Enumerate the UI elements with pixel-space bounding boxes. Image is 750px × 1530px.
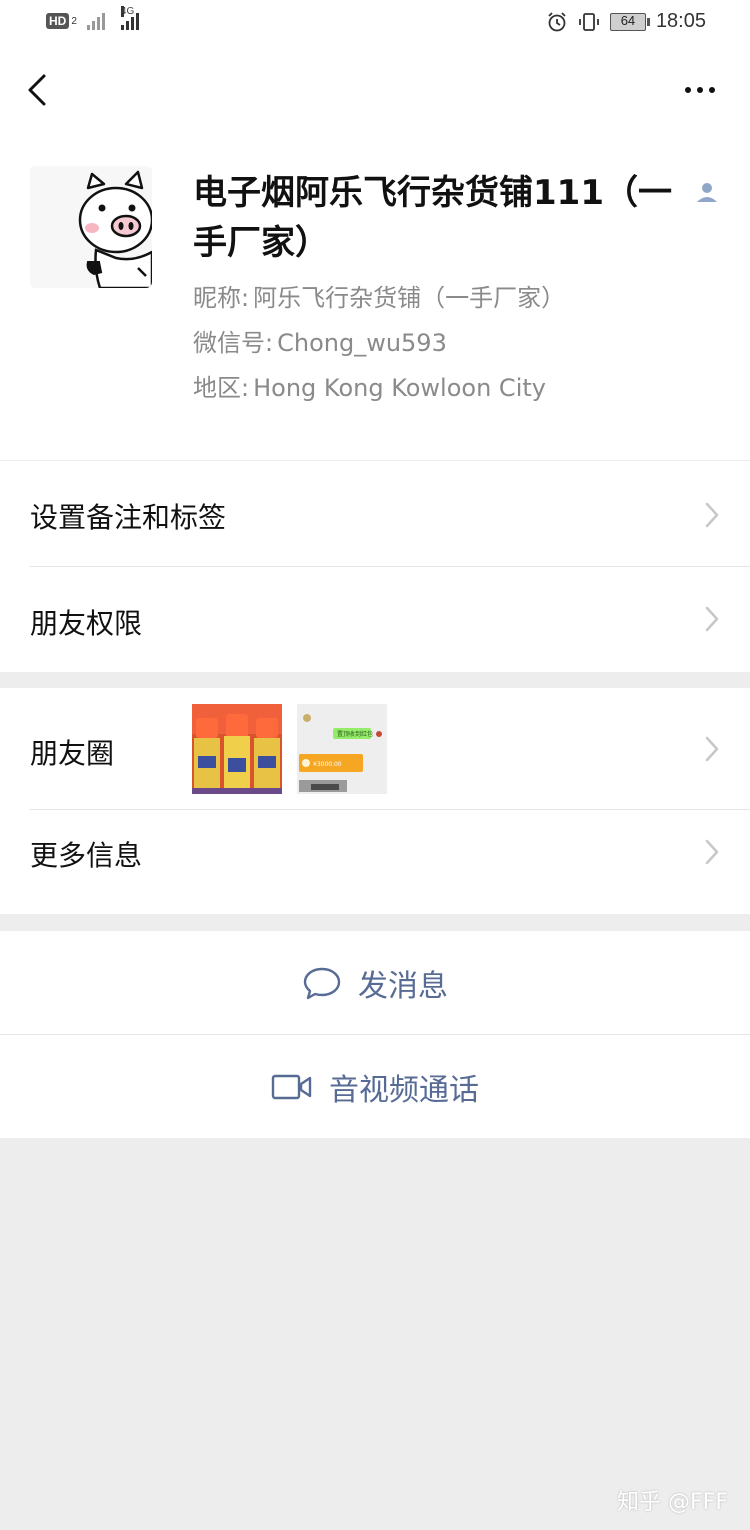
hd-sub: 2 [71,15,77,27]
status-right: 64 18:05 [546,10,706,33]
status-bar: HD 2 4G 64 18:05 [0,0,750,46]
wechat-id-label: 微信号: [193,329,274,357]
alarm-icon [548,11,566,31]
more-dots-icon [685,87,691,93]
row-friend-permissions[interactable]: 朋友权限 [0,567,750,672]
video-call-button[interactable]: 音视频通话 [0,1035,750,1138]
contact-person-icon [697,183,717,202]
row-moments-label: 朋友圈 [30,737,115,770]
row-friend-permissions-label: 朋友权限 [30,607,143,640]
chat-bubble-icon [303,967,341,999]
back-button[interactable] [22,68,62,112]
contact-name: 电子烟阿乐飞行杂货铺111（一手厂家） [193,173,672,263]
row-remarks-tags[interactable]: 设置备注和标签 [0,461,750,566]
top-navigation [0,46,750,136]
send-message-label: 发消息 [358,968,448,1004]
region-line: 地区: Hong Kong Kowloon City [193,368,546,403]
chevron-right-icon [705,839,719,865]
pig-avatar-icon [30,166,152,288]
moments-group: 朋友圈 置顶收到红包 ¥3000.00 更多信息 [0,688,750,914]
profile-card: 电子烟阿乐飞行杂货铺111（一手厂家） 昵称: 阿乐飞行杂货铺（一手厂家） 微信号… [0,136,750,460]
chat-screenshot-photo: 置顶收到红包 ¥3000.00 [297,704,387,794]
row-remarks-tags-label: 设置备注和标签 [30,501,227,534]
signal-icon-1 [86,12,105,30]
moment-thumb-text-1: 置顶收到红包 [337,730,373,738]
wechat-id-value: Chong_wu593 [277,329,447,357]
nickname-value: 阿乐飞行杂货铺（一手厂家） [253,284,566,312]
chevron-right-icon [705,606,719,632]
wechat-id-line: 微信号: Chong_wu593 [193,323,447,358]
status-left: HD 2 4G [46,6,139,30]
avatar[interactable] [30,166,152,288]
signal-icon-2: 4G [120,6,139,30]
network-tag: 4G [120,6,135,17]
hd-badge: HD [46,13,70,29]
nickname-line: 昵称: 阿乐飞行杂货铺（一手厂家） [193,278,565,313]
more-button[interactable] [680,74,720,106]
moment-thumbnail-1[interactable] [192,704,282,794]
vibrate-icon [579,12,599,31]
settings-group: 设置备注和标签 朋友权限 [0,461,750,672]
battery-icon: 64 [609,12,650,31]
region-value: Hong Kong Kowloon City [253,374,546,402]
watermark: 知乎 @FFF [617,1490,728,1515]
chevron-right-icon [705,736,719,762]
video-camera-icon [271,1074,312,1099]
row-moments[interactable]: 朋友圈 置顶收到红包 ¥3000.00 [0,688,750,809]
moment-thumbnail-2[interactable]: 置顶收到红包 ¥3000.00 [297,704,387,794]
row-more-info[interactable]: 更多信息 [0,810,750,914]
send-message-button[interactable]: 发消息 [0,931,750,1034]
back-arrow-icon [28,74,46,106]
bottles-photo [192,704,282,794]
chevron-right-icon [705,502,719,528]
video-call-label: 音视频通话 [329,1072,479,1108]
region-label: 地区: [193,374,250,402]
row-more-info-label: 更多信息 [30,839,143,872]
moment-thumb-text-2: ¥3000.00 [313,761,342,768]
battery-level: 64 [620,12,636,28]
status-time: 18:05 [655,10,706,32]
nickname-label: 昵称: [193,284,250,312]
